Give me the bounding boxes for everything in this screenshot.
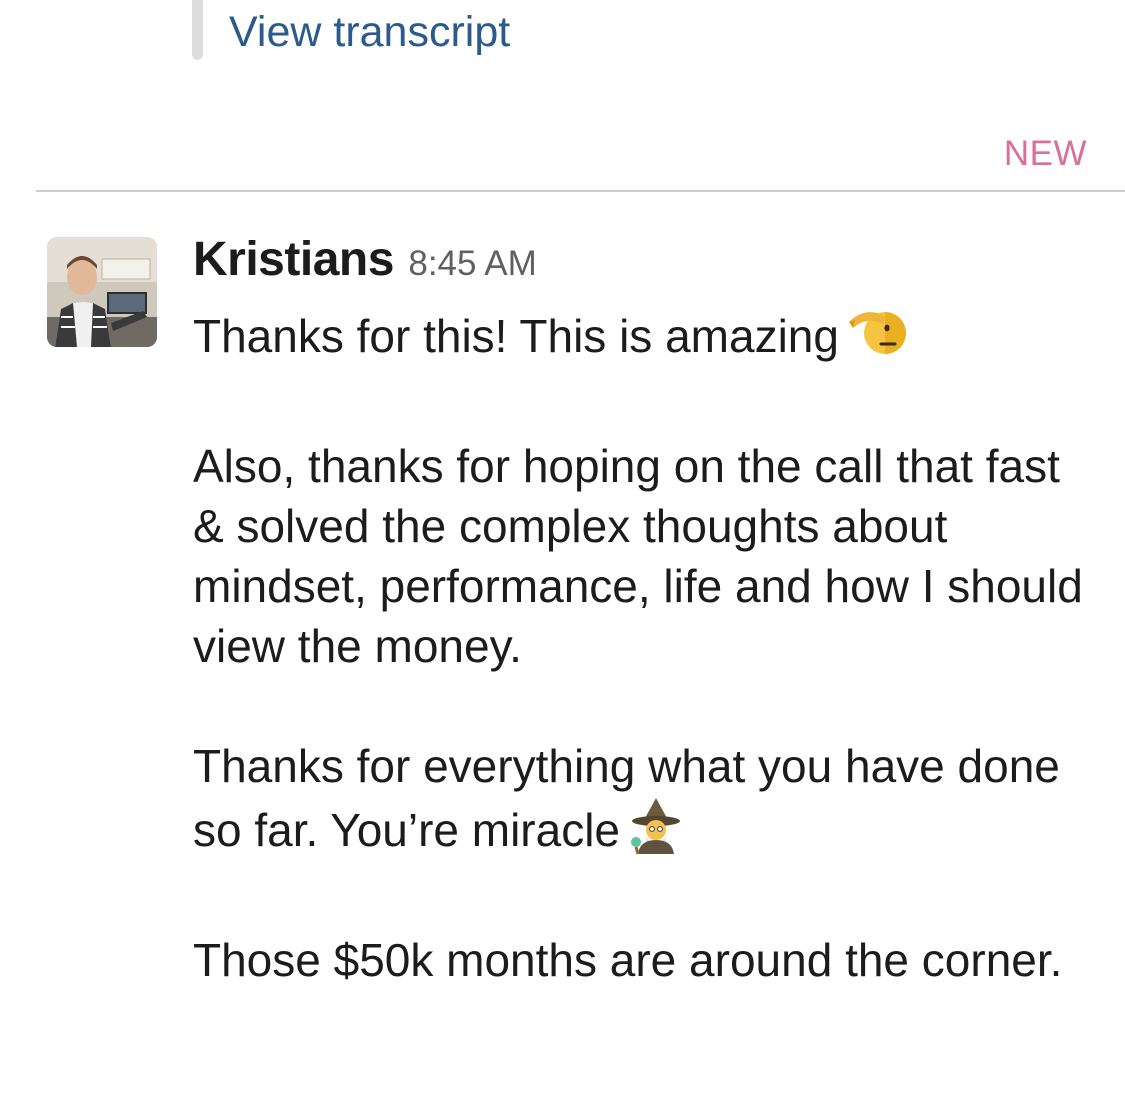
saluting-face-icon: [845, 300, 907, 376]
message-paragraph: Also, thanks for hoping on the call that…: [193, 436, 1093, 676]
avatar-photo: [47, 237, 157, 347]
avatar[interactable]: [47, 237, 157, 347]
view-transcript-link[interactable]: View transcript: [229, 8, 510, 57]
message-paragraph: Thanks for everything what you have done…: [193, 736, 1093, 870]
mage-icon: [626, 796, 686, 870]
message-timestamp[interactable]: 8:45 AM: [408, 244, 536, 283]
author-name[interactable]: Kristians: [193, 233, 394, 286]
message-text: Also, thanks for hoping on the call that…: [193, 440, 1083, 672]
new-messages-label: NEW: [1003, 134, 1087, 173]
message-paragraph: Those $50k months are around the corner.: [193, 930, 1093, 990]
message-paragraph: Thanks for this! This is amazing: [193, 300, 1093, 376]
message-header: Kristians 8:45 AM: [193, 232, 537, 287]
message-body: Thanks for this! This is amazing Also, t…: [193, 300, 1093, 990]
new-messages-divider: [36, 190, 1125, 192]
slack-thread-view: View transcript NEW Kristians 8:45 AM Th…: [0, 0, 1125, 1118]
message-text: Thanks for this! This is amazing: [193, 310, 839, 362]
quote-bar: [192, 0, 203, 60]
message-text: Those $50k months are around the corner.: [193, 934, 1063, 986]
